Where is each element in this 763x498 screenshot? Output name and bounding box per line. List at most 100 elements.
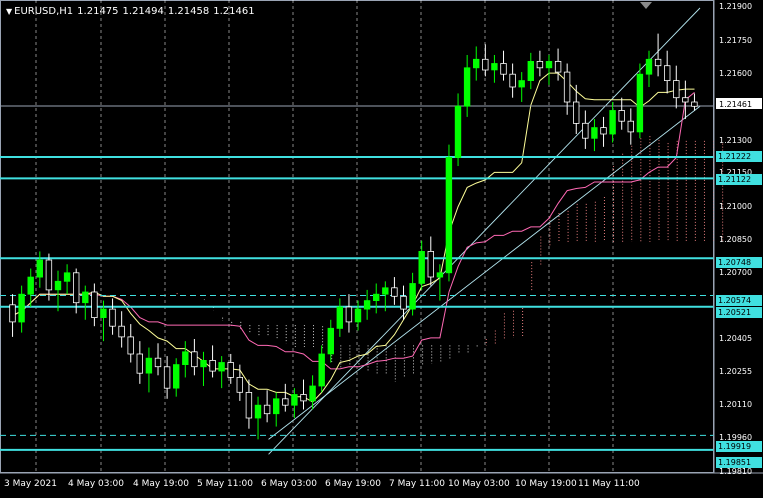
candle-body <box>9 304 16 323</box>
candle-body <box>691 101 698 107</box>
dropdown-triangle-icon[interactable]: ▼ <box>6 7 12 16</box>
candle-body <box>272 398 280 415</box>
trend-channel <box>268 7 701 455</box>
candle-body <box>245 391 253 419</box>
symbol-header: ▼ EURUSD,H1 1.21475 1.21494 1.21458 1.21461 <box>6 6 259 17</box>
candle-body <box>454 105 462 158</box>
price-tick: 1.20405 <box>719 334 753 343</box>
level-price-tag: 1.20748 <box>716 257 762 268</box>
candle-body <box>600 127 607 135</box>
candle-body <box>263 404 271 415</box>
level-price-tag: 1.21122 <box>716 174 762 185</box>
price-tick: 1.19810 <box>719 467 753 476</box>
candle-body <box>545 61 553 69</box>
candle-body <box>82 291 89 304</box>
price-tick: 1.21300 <box>719 136 753 145</box>
candle-body <box>236 376 243 393</box>
price-tick: 1.21750 <box>719 36 753 45</box>
candle-body <box>682 97 689 103</box>
channel-line <box>268 7 701 455</box>
candle-body <box>372 293 380 302</box>
current-price-tag: 1.21461 <box>716 98 762 109</box>
candle-body <box>127 336 134 355</box>
candle-body <box>500 63 507 75</box>
candle-body <box>327 327 334 355</box>
candle-body <box>118 325 125 338</box>
candle-body <box>109 308 116 327</box>
high-value: 1.21494 <box>122 6 164 17</box>
chart-window[interactable]: ▼ EURUSD,H1 1.21475 1.21494 1.21458 1.21461 1… <box>0 0 763 498</box>
candle-body <box>54 280 62 291</box>
candle-body <box>609 110 616 135</box>
candle-body <box>627 120 634 133</box>
candle-body <box>400 295 407 310</box>
grid-lines <box>35 0 614 473</box>
candle-body <box>554 61 562 73</box>
time-tick: 10 May 03:00 <box>448 479 510 489</box>
candle-body <box>582 122 589 139</box>
level-price-tag: 1.20521 <box>716 307 762 318</box>
time-tick: 6 May 19:00 <box>325 479 381 489</box>
candle-body <box>172 364 180 389</box>
close-value: 1.21461 <box>213 6 255 17</box>
candle-body <box>136 353 143 374</box>
price-tick: 1.21000 <box>719 202 753 211</box>
candle-body <box>536 61 544 69</box>
candle-body <box>509 73 516 88</box>
candle-body <box>191 351 198 368</box>
candle-body <box>427 250 434 278</box>
chart-shift-marker-icon[interactable] <box>640 2 652 9</box>
time-tick: 11 May 11:00 <box>578 479 640 489</box>
candle-body <box>418 250 425 284</box>
candle-body <box>463 67 471 107</box>
candles <box>9 33 698 440</box>
candle-body <box>472 58 480 69</box>
price-tick: 1.20850 <box>719 235 753 244</box>
candle-body <box>100 308 107 319</box>
candle-body <box>154 357 162 368</box>
candle-body <box>200 359 207 368</box>
level-price-tag: 1.20574 <box>716 295 762 306</box>
candle-body <box>282 398 289 406</box>
price-chart[interactable] <box>0 0 763 498</box>
candle-body <box>309 385 316 402</box>
candle-body <box>300 394 307 402</box>
candle-body <box>591 127 598 139</box>
time-tick: 6 May 03:00 <box>261 479 317 489</box>
candle-body <box>563 71 571 103</box>
time-tick: 7 May 11:00 <box>389 479 445 489</box>
candle-body <box>209 359 216 372</box>
candle-body <box>36 259 43 278</box>
time-tick: 3 May 2021 <box>4 479 57 489</box>
low-value: 1.21458 <box>167 6 210 17</box>
candle-body <box>673 80 680 99</box>
level-price-tag: 1.19919 <box>716 441 762 452</box>
candle-body <box>573 101 580 124</box>
level-price-tag: 1.19851 <box>716 457 762 468</box>
level-price-tag: 1.21222 <box>716 151 762 162</box>
price-tick: 1.21900 <box>719 2 753 11</box>
candle-body <box>382 287 389 295</box>
candle-body <box>527 61 534 82</box>
candle-body <box>18 293 25 323</box>
candle-body <box>163 366 171 389</box>
open-value: 1.21475 <box>77 6 119 17</box>
price-tick: 1.20700 <box>719 268 753 277</box>
candle-body <box>182 351 189 365</box>
candle-body <box>45 259 53 291</box>
time-tick: 4 May 03:00 <box>68 479 124 489</box>
candle-body <box>336 306 343 329</box>
candle-body <box>491 63 498 71</box>
candle-body <box>409 283 416 310</box>
candle-body <box>73 272 80 304</box>
candle-body <box>345 306 353 323</box>
candle-body <box>227 362 234 378</box>
candle-body <box>664 65 671 81</box>
candle-body <box>363 300 371 310</box>
price-tick: 1.20255 <box>719 367 753 376</box>
candle-body <box>291 394 298 406</box>
candle-body <box>618 110 625 122</box>
candle-body <box>218 362 225 372</box>
time-tick: 10 May 19:00 <box>515 479 577 489</box>
tenkan-line <box>12 72 695 403</box>
